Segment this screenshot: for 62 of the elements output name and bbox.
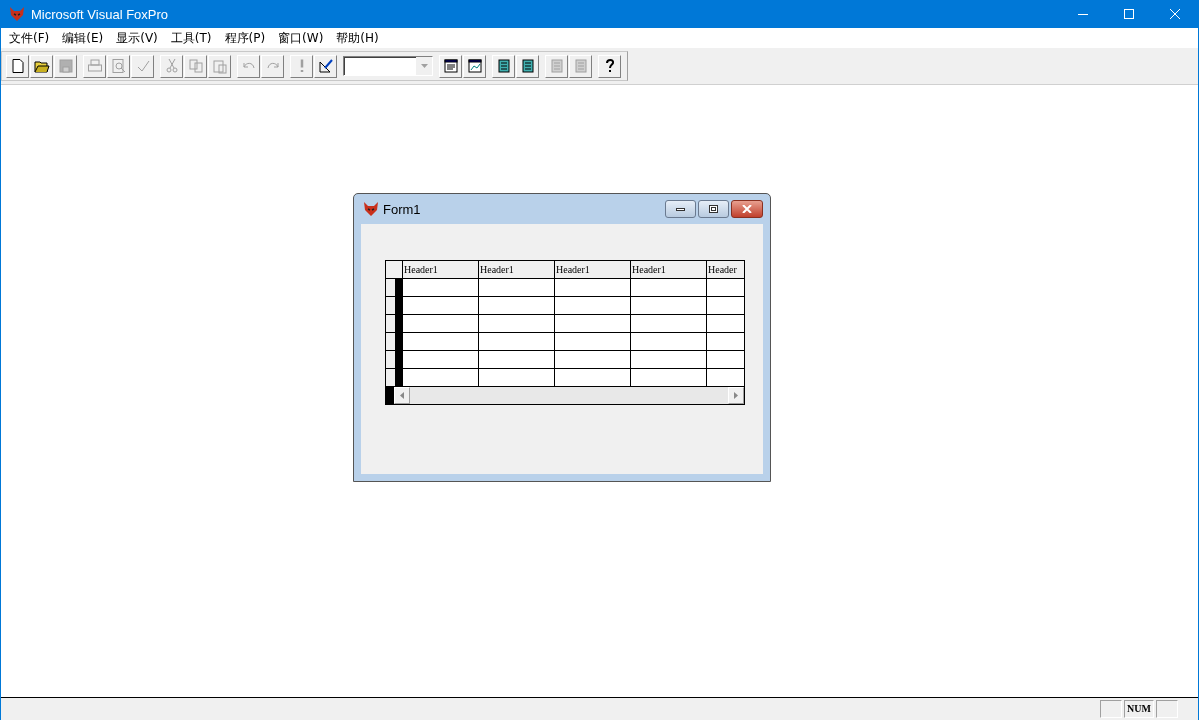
menu-item[interactable]: 程序(P) — [218, 29, 273, 47]
record-selector[interactable] — [386, 369, 403, 386]
window-chart-icon — [466, 58, 483, 74]
status-panel — [1156, 700, 1178, 718]
clipboard-icon — [211, 58, 228, 74]
column-header[interactable]: Header1 — [403, 261, 479, 278]
right-arrow-icon — [734, 392, 738, 399]
minimize-icon — [676, 207, 685, 211]
maximize-icon — [1124, 9, 1134, 19]
toolbar-button[interactable] — [314, 54, 337, 78]
status-indicator: NUM — [1124, 700, 1154, 718]
toolbar-button[interactable] — [492, 54, 515, 78]
close-icon — [742, 205, 752, 213]
document-icon — [572, 58, 589, 74]
close-icon — [1170, 9, 1180, 19]
menu-item[interactable]: 工具(T) — [164, 29, 219, 47]
menu-item[interactable]: 帮助(H) — [330, 29, 386, 47]
dropdown-arrow-icon — [420, 64, 428, 68]
fox-icon — [9, 6, 25, 22]
menu-item[interactable]: 文件(F) — [3, 29, 57, 47]
left-arrow-icon — [400, 392, 404, 399]
status-panel — [1100, 700, 1123, 718]
minimize-icon — [1078, 13, 1088, 15]
form-title: Form1 — [383, 201, 421, 217]
close-button[interactable] — [731, 200, 763, 218]
triangle-ruler-icon — [317, 58, 334, 74]
menu-item[interactable]: 窗口(W) — [272, 29, 331, 47]
record-selector[interactable] — [386, 333, 403, 350]
menu-item[interactable]: 编辑(E) — [56, 29, 111, 47]
window-title: Microsoft Visual FoxPro — [31, 6, 169, 22]
record-selector[interactable] — [386, 279, 403, 296]
column-header[interactable]: Header1 — [631, 261, 707, 278]
column-header[interactable]: Header1 — [555, 261, 631, 278]
exclamation-icon — [299, 58, 304, 74]
toolbar-button[interactable] — [30, 54, 53, 78]
record-selector[interactable] — [386, 315, 403, 332]
minimize-button[interactable] — [665, 200, 696, 218]
document-icon — [495, 58, 512, 74]
restore-icon — [709, 205, 718, 213]
column-header[interactable]: Header1 — [479, 261, 555, 278]
window-icon — [442, 58, 459, 74]
menu-item[interactable]: 显示(V) — [110, 29, 165, 47]
record-selector[interactable] — [386, 351, 403, 368]
toolbar-button[interactable] — [516, 54, 539, 78]
folder-icon — [33, 58, 50, 74]
toolbar-button[interactable] — [463, 54, 486, 78]
copy-icon — [187, 58, 204, 74]
printer-icon — [86, 58, 103, 74]
record-selector[interactable] — [386, 297, 403, 314]
column-header[interactable]: Header — [707, 261, 744, 278]
toolbar-button[interactable] — [6, 54, 29, 78]
toolbar-button[interactable] — [598, 54, 621, 78]
horizontal-scrollbar[interactable] — [386, 387, 744, 404]
page-icon — [9, 58, 26, 74]
combo-box[interactable] — [343, 56, 433, 76]
document-icon — [548, 58, 565, 74]
document-icon — [519, 58, 536, 74]
maximize-button[interactable] — [698, 200, 729, 218]
toolbar-button[interactable] — [439, 54, 462, 78]
fox-icon — [363, 201, 379, 217]
scissors-icon — [163, 58, 180, 74]
magnifier-page-icon — [110, 58, 127, 74]
